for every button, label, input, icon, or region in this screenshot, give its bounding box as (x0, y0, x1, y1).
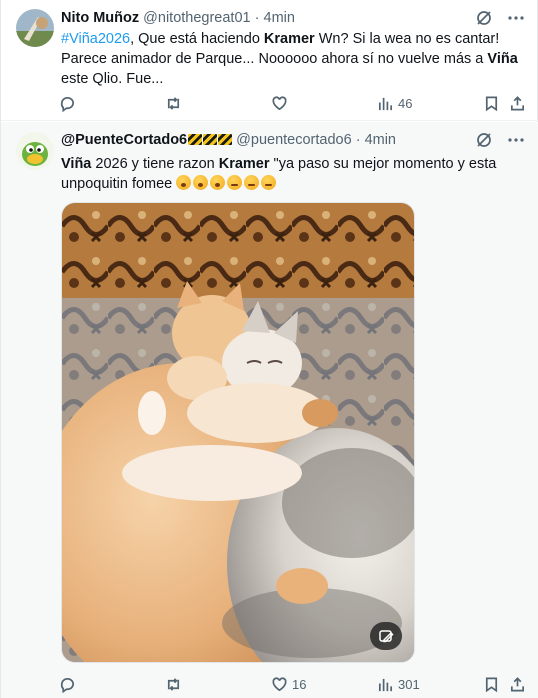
text-bold: Kramer (263, 31, 315, 47)
tweet-header-actions (475, 131, 525, 149)
avatar[interactable] (16, 9, 54, 47)
tweet-text: #Viña2026, Que está haciendo Kramer Wn? … (61, 29, 525, 89)
yawning-face-emoji (210, 175, 226, 190)
text-bold: Viña (61, 156, 92, 172)
tweet-photo[interactable] (61, 202, 415, 663)
sleeping-face-emoji (244, 175, 260, 190)
bookmark-icon (485, 96, 498, 111)
tweet-text: Viña 2026 y tiene razon Kramer "ya paso … (61, 154, 525, 194)
hazard-stripe-emoji (218, 134, 233, 145)
text-segment: 2026 y tiene razon (91, 156, 219, 172)
grok-icon[interactable] (475, 131, 493, 149)
tweet-actions: 46 (59, 93, 525, 113)
retweet-button[interactable] (165, 674, 186, 694)
bookmark-icon (485, 677, 498, 692)
retweet-icon (167, 96, 180, 110)
tweet-header-actions (475, 9, 525, 27)
like-button[interactable]: 16 (271, 674, 306, 694)
edit-image-icon (379, 630, 394, 643)
more-options-icon[interactable] (507, 131, 525, 149)
grok-icon[interactable] (475, 9, 493, 27)
tweet[interactable]: @PuenteCortado6 @puentecortado6 · 4min V… (1, 122, 538, 698)
heart-icon (272, 676, 287, 691)
tweet-header: @PuenteCortado6 @puentecortado6 · 4min (61, 131, 479, 149)
author-name[interactable]: Nito Muñoz (61, 10, 139, 26)
timeline: Nito Muñoz @nitothegreat01 · 4min #Viña2… (0, 0, 538, 698)
separator: · (355, 132, 361, 148)
more-options-icon[interactable] (507, 9, 525, 27)
bookmark-button[interactable] (483, 93, 500, 113)
share-icon (510, 676, 525, 691)
text-segment: este Qlio. Fue... (61, 71, 164, 87)
reply-icon (60, 677, 74, 693)
sleeping-face-emoji (227, 175, 243, 190)
retweet-button[interactable] (165, 93, 186, 113)
yawning-face-emoji (193, 175, 209, 190)
reply-icon (60, 96, 74, 112)
cats-photo (62, 203, 414, 662)
edit-image-button[interactable] (370, 622, 402, 650)
share-button[interactable] (509, 93, 526, 113)
share-icon (510, 95, 525, 110)
avatar[interactable] (16, 132, 54, 170)
timestamp[interactable]: 4min (365, 132, 396, 148)
analytics-icon (378, 678, 393, 691)
text-bold: Viña (487, 51, 518, 67)
author-name[interactable]: @PuenteCortado6 (61, 132, 187, 148)
yawning-face-emoji (176, 175, 192, 190)
tweet-header: Nito Muñoz @nitothegreat01 · 4min (61, 9, 479, 27)
hashtag-link[interactable]: #Viña2026 (61, 31, 130, 47)
heart-icon (272, 95, 287, 110)
hazard-stripe-emoji (188, 134, 203, 145)
author-handle[interactable]: @nitothegreat01 (143, 10, 250, 26)
views-count: 46 (398, 95, 413, 111)
hazard-stripe-emoji (203, 134, 218, 145)
sleeping-face-emoji (261, 175, 277, 190)
reply-button[interactable] (59, 674, 80, 694)
separator: · (254, 10, 260, 26)
bookmark-button[interactable] (483, 674, 500, 694)
author-handle[interactable]: @puentecortado6 (236, 132, 352, 148)
reply-button[interactable] (59, 93, 80, 113)
share-button[interactable] (509, 674, 526, 694)
like-count: 16 (292, 676, 307, 692)
timestamp[interactable]: 4min (264, 10, 295, 26)
text-segment: , Que está haciendo (130, 31, 264, 47)
tweet-actions: 16 301 (59, 674, 525, 694)
like-button[interactable] (271, 93, 292, 113)
views-count: 301 (398, 676, 420, 692)
retweet-icon (167, 677, 180, 691)
tweet[interactable]: Nito Muñoz @nitothegreat01 · 4min #Viña2… (1, 0, 538, 121)
views-button[interactable]: 46 (377, 93, 412, 113)
views-button[interactable]: 301 (377, 674, 420, 694)
text-bold: Kramer (218, 156, 270, 172)
analytics-icon (378, 97, 393, 110)
